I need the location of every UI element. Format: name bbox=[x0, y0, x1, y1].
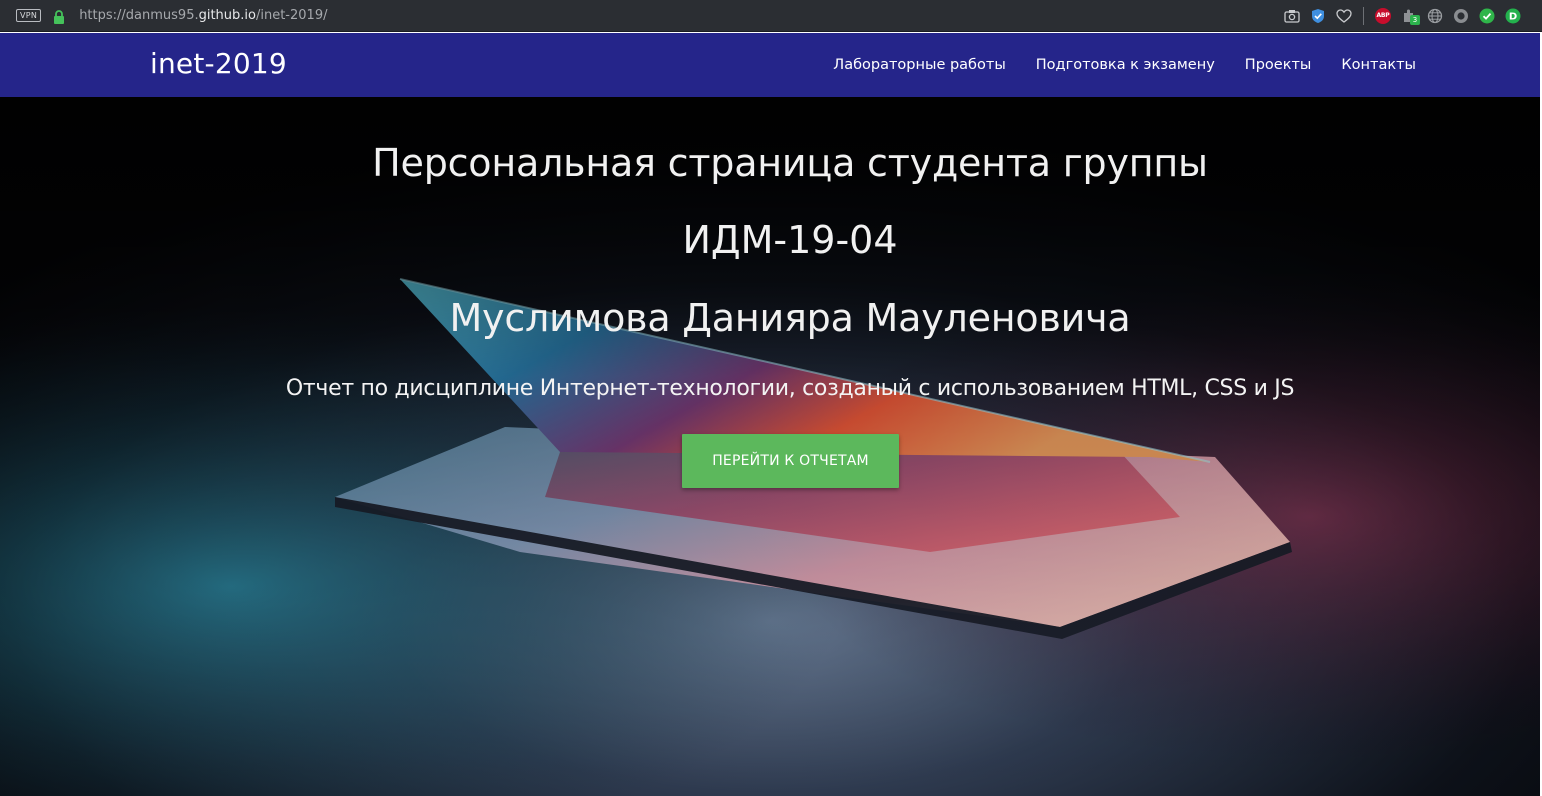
extension-icon[interactable]: 3 bbox=[1396, 0, 1422, 32]
globe-icon[interactable] bbox=[1422, 0, 1448, 32]
url-host: github.io bbox=[198, 8, 256, 23]
hero-title-line-2: ИДМ-19-04 bbox=[682, 218, 898, 262]
adblock-icon[interactable]: ABP bbox=[1370, 0, 1396, 32]
nav-link-exam[interactable]: Подготовка к экзамену bbox=[1036, 57, 1215, 73]
browser-toolbar: VPN https://danmus95.github.io/inet-2019… bbox=[0, 0, 1542, 32]
extension-badge: 3 bbox=[1410, 15, 1420, 25]
extension-toolbar: ABP 3 D bbox=[1279, 0, 1526, 32]
site-navbar: inet-2019 Лабораторные работы Подготовка… bbox=[0, 33, 1540, 97]
check-icon[interactable] bbox=[1474, 0, 1500, 32]
svg-text:D: D bbox=[1509, 12, 1517, 23]
nav-link-projects[interactable]: Проекты bbox=[1245, 57, 1312, 73]
vpn-button[interactable]: VPN bbox=[16, 9, 42, 22]
lock-icon[interactable] bbox=[53, 9, 65, 24]
hero-title-line-3: Муслимова Данияра Мауленовича bbox=[449, 296, 1131, 340]
shield-check-icon[interactable] bbox=[1305, 0, 1331, 32]
hero-subtitle: Отчет по дисциплине Интернет-технологии,… bbox=[285, 376, 1295, 401]
nav-link-labs[interactable]: Лабораторные работы bbox=[833, 57, 1005, 73]
go-to-reports-button[interactable]: ПЕРЕЙТИ К ОТЧЕТАМ bbox=[682, 434, 899, 488]
nav-menu: Лабораторные работы Подготовка к экзамен… bbox=[803, 33, 1416, 97]
brand-logo[interactable]: inet-2019 bbox=[150, 47, 287, 80]
nav-link-contacts[interactable]: Контакты bbox=[1341, 57, 1416, 73]
hero-title-line-1: Персональная страница студента группы bbox=[372, 141, 1208, 185]
heart-icon[interactable] bbox=[1331, 0, 1357, 32]
address-bar[interactable]: https://danmus95.github.io/inet-2019/ bbox=[79, 8, 327, 23]
circle-icon[interactable] bbox=[1448, 0, 1474, 32]
url-prefix: https://danmus95. bbox=[79, 8, 199, 23]
hero-section: Персональная страница студента группы ИД… bbox=[0, 97, 1540, 796]
toolbar-separator bbox=[1363, 7, 1364, 25]
adblock-label: ABP bbox=[1375, 8, 1391, 24]
url-path: /inet-2019/ bbox=[255, 8, 328, 23]
camera-icon[interactable] bbox=[1279, 0, 1305, 32]
dollar-icon[interactable]: D bbox=[1500, 0, 1526, 32]
